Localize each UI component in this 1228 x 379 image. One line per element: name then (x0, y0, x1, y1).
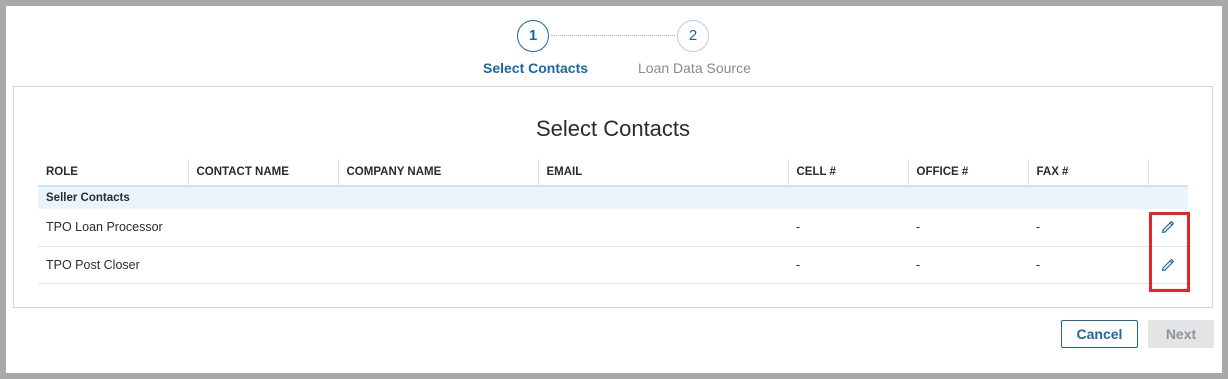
table-row: TPO Post Closer - - - (38, 246, 1188, 284)
column-header-company-name: COMPANY NAME (337, 159, 538, 187)
step-1-circle[interactable]: 1 (517, 20, 549, 52)
column-header-actions (1147, 159, 1188, 187)
cell-contact-name (188, 209, 338, 247)
cell-actions (1148, 209, 1188, 247)
cell-fax: - (1028, 209, 1148, 247)
cell-office: - (908, 209, 1028, 247)
cell-email (538, 209, 788, 247)
cell-actions (1148, 246, 1188, 284)
column-header-cell: CELL # (787, 159, 908, 187)
table-row: TPO Loan Processor - - - (38, 209, 1188, 247)
cancel-button[interactable]: Cancel (1061, 320, 1138, 348)
cell-fax: - (1028, 246, 1148, 284)
cell-office: - (908, 246, 1028, 284)
step-connector (551, 35, 675, 36)
column-header-office: OFFICE # (907, 159, 1028, 187)
pencil-edit-icon[interactable] (1160, 257, 1176, 273)
column-header-contact-name: CONTACT NAME (187, 159, 338, 187)
table-header-row: ROLE CONTACT NAME COMPANY NAME EMAIL CEL… (38, 159, 1188, 187)
cell-company-name (338, 209, 538, 247)
step-1-label[interactable]: Select Contacts (483, 60, 588, 76)
next-button[interactable]: Next (1148, 320, 1214, 348)
column-header-fax: FAX # (1027, 159, 1148, 187)
panel-title: Select Contacts (535, 116, 691, 141)
wizard-stepper: 1 2 Select Contacts Loan Data Source (6, 6, 1222, 86)
group-label: Seller Contacts (38, 186, 1188, 209)
pencil-edit-icon[interactable] (1160, 219, 1176, 235)
cell-email (538, 246, 788, 284)
contacts-panel: Select Contacts ROLE CONTACT NAME COMPAN… (13, 86, 1213, 308)
cell-cell: - (788, 246, 908, 284)
app-frame: 1 2 Select Contacts Loan Data Source Sel… (6, 6, 1222, 373)
step-2-label[interactable]: Loan Data Source (638, 60, 751, 76)
column-header-role: ROLE (38, 159, 188, 187)
cell-role: TPO Loan Processor (38, 209, 188, 247)
column-header-email: EMAIL (537, 159, 788, 187)
contacts-table: ROLE CONTACT NAME COMPANY NAME EMAIL CEL… (38, 159, 1188, 284)
cell-cell: - (788, 209, 908, 247)
cell-contact-name (188, 246, 338, 284)
cell-company-name (338, 246, 538, 284)
group-row: Seller Contacts (38, 186, 1188, 209)
cell-role: TPO Post Closer (38, 246, 188, 284)
step-2-circle[interactable]: 2 (677, 20, 709, 52)
